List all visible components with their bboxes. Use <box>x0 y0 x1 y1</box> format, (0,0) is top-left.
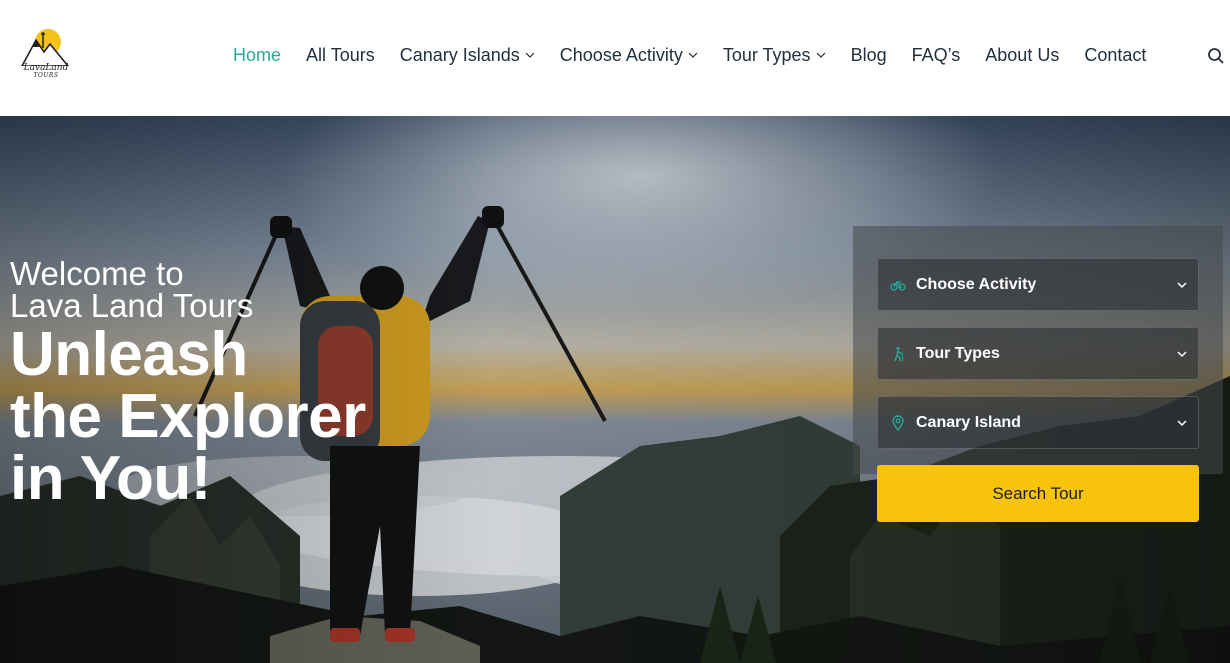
chevron-down-icon <box>816 52 825 58</box>
nav-about-us[interactable]: About Us <box>985 45 1059 66</box>
hero-headline: Unleash the Explorer in You! <box>10 324 366 510</box>
nav-canary-islands-label: Canary Islands <box>399 44 520 65</box>
nav-faqs-label: FAQ’s <box>911 44 961 65</box>
nav-about-us-label: About Us <box>985 44 1060 65</box>
logo-word-sub: TOURS <box>33 72 59 79</box>
nav-blog-label: Blog <box>850 44 887 65</box>
hero-headline-line-1: Unleash <box>10 320 248 389</box>
logo-wordmark: LavaLand TOURS <box>18 64 74 80</box>
tour-search-panel: Choose Activity Tour Types Canary Island <box>853 226 1223 474</box>
chevron-down-icon <box>688 52 698 58</box>
hero-welcome: Welcome to Lava Land Tours <box>10 255 366 324</box>
nav-contact[interactable]: Contact <box>1084 45 1146 66</box>
nav-all-tours-label: All Tours <box>306 44 375 65</box>
tour-types-select[interactable]: Tour Types <box>877 327 1199 380</box>
island-select-label: Canary Island <box>916 413 1021 431</box>
hero-welcome-line-1: Welcome to <box>10 255 184 292</box>
hero-section: Welcome to Lava Land Tours Unleash the E… <box>0 116 1230 663</box>
hiker-icon <box>894 346 904 361</box>
nav-contact-label: Contact <box>1084 44 1147 65</box>
hero-welcome-line-2: Lava Land Tours <box>10 287 254 324</box>
chevron-down-icon <box>525 52 535 58</box>
main-nav: Home All Tours Canary Islands Choose Act… <box>233 40 1146 70</box>
hero-text: Welcome to Lava Land Tours Unleash the E… <box>10 255 366 510</box>
logo-mark-icon <box>21 29 70 66</box>
activity-select-label: Choose Activity <box>916 275 1037 293</box>
chevron-down-icon <box>1177 419 1187 426</box>
activity-select[interactable]: Choose Activity <box>877 258 1199 311</box>
hero-headline-line-2: the Explorer <box>10 382 366 451</box>
site-header: LavaLand TOURS Home All Tours Canary Isl… <box>0 0 1230 116</box>
nav-faqs[interactable]: FAQ’s <box>912 45 961 66</box>
bicycle-icon <box>890 280 906 291</box>
search-tour-button[interactable]: Search Tour <box>877 465 1199 522</box>
nav-choose-activity-label: Choose Activity <box>559 44 683 65</box>
nav-home[interactable]: Home <box>233 45 281 66</box>
chevron-down-icon <box>1177 350 1187 357</box>
chevron-down-icon <box>1177 281 1187 288</box>
map-pin-icon <box>892 414 904 431</box>
nav-tour-types-label: Tour Types <box>722 44 811 65</box>
nav-choose-activity[interactable]: Choose Activity <box>560 45 698 66</box>
search-icon[interactable] <box>1207 47 1225 65</box>
nav-canary-islands[interactable]: Canary Islands <box>400 45 535 66</box>
nav-home-label: Home <box>233 44 282 65</box>
nav-tour-types[interactable]: Tour Types <box>723 45 826 66</box>
lava-land-logo[interactable]: LavaLand TOURS <box>18 26 74 86</box>
nav-all-tours[interactable]: All Tours <box>306 45 375 66</box>
nav-blog[interactable]: Blog <box>851 45 887 66</box>
tour-types-select-label: Tour Types <box>916 344 1000 362</box>
island-select[interactable]: Canary Island <box>877 396 1199 449</box>
hero-headline-line-3: in You! <box>10 444 211 513</box>
